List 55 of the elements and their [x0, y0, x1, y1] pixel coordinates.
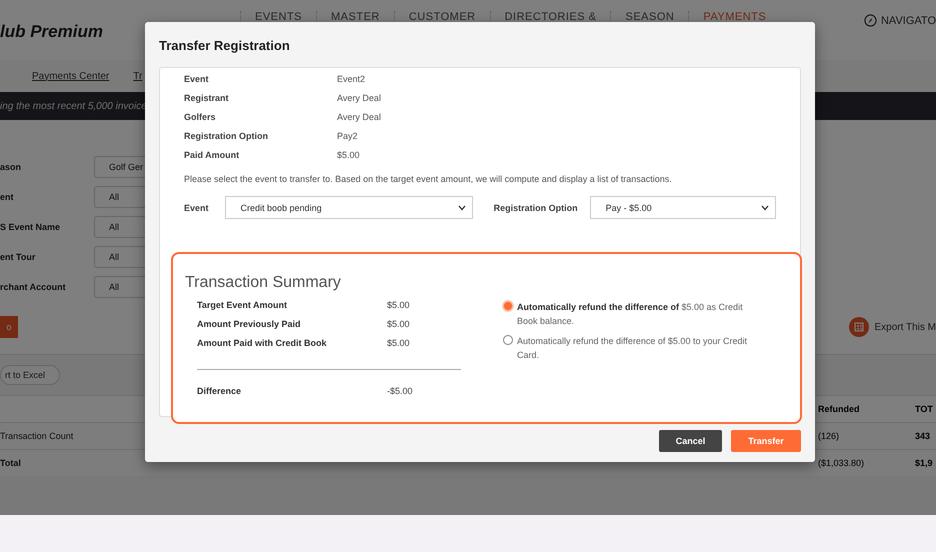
- filter-label: ent Tour: [0, 252, 36, 262]
- difference-label: Difference: [197, 386, 242, 396]
- breadcrumb-link[interactable]: Payments Center: [32, 70, 110, 82]
- column-header: Refunded: [818, 404, 860, 414]
- navigator-link[interactable]: NAVIGATO: [880, 14, 936, 26]
- breadcrumb-link[interactable]: Tr: [133, 70, 142, 82]
- chevron-down-icon: [458, 204, 466, 210]
- radio-button[interactable]: [503, 301, 513, 311]
- filter-label: rchant Account: [0, 282, 67, 292]
- filter-label: ent: [0, 192, 14, 202]
- detail-label: Event: [184, 74, 210, 84]
- difference-value: -$5.00: [387, 386, 414, 396]
- summary-label: Amount Paid with Credit Book: [197, 338, 328, 348]
- go-button[interactable]: o: [0, 316, 18, 338]
- table-cell-text: $1,9: [915, 458, 934, 468]
- detail-value: Avery Deal: [337, 112, 382, 122]
- summary-value: $5.00: [387, 319, 411, 329]
- summary-value: $5.00: [387, 300, 411, 310]
- table-cell: Total: [0, 458, 21, 468]
- instruction-text: Please select the event to transfer to. Based on the target event amount, we will compute and display a list of transactions.: [184, 174, 673, 184]
- dialog-title: Transfer Registration: [159, 38, 291, 53]
- refund-option-text: Automatically refund the difference of $5.00 to your Credit Card.: [517, 335, 748, 362]
- table-cell-text: (126): [818, 431, 840, 441]
- summary-value: $5.00: [387, 338, 411, 348]
- spreadsheet-icon[interactable]: [848, 317, 868, 337]
- summary-title: Transaction Summary: [185, 274, 342, 292]
- detail-label: Paid Amount: [184, 150, 240, 160]
- brand-title: lub Premium: [0, 22, 104, 42]
- detail-value: Pay2: [337, 131, 359, 141]
- table-cell: Transaction Count: [0, 431, 74, 441]
- event-select[interactable]: Credit boob pending: [224, 196, 473, 219]
- cancel-button[interactable]: Cancel: [659, 430, 722, 452]
- detail-value: Event2: [337, 74, 366, 84]
- filter-label: S Event Name: [0, 222, 62, 232]
- detail-label: Registration Option: [184, 131, 269, 141]
- chevron-down-icon: [761, 204, 769, 210]
- option-select[interactable]: Pay - $5.00: [590, 196, 776, 219]
- summary-label: Target Event Amount: [197, 300, 288, 310]
- export-link[interactable]: Export This M: [874, 322, 936, 332]
- summary-label: Amount Previously Paid: [197, 319, 302, 329]
- refund-option-text: Automatically refund the difference of $5.00 as Credit Book balance.: [517, 301, 744, 328]
- table-cell-text: ($1,033.80): [818, 458, 866, 468]
- option-label: Registration Option: [494, 202, 578, 212]
- detail-value: Avery Deal: [337, 93, 382, 103]
- detail-value: $5.00: [337, 150, 361, 160]
- filter-label: ason: [0, 162, 22, 172]
- detail-label: Registrant: [184, 93, 230, 103]
- event-label: Event: [184, 202, 209, 212]
- transfer-button[interactable]: Transfer: [731, 430, 801, 452]
- export-excel-button[interactable]: rt to Excel: [0, 365, 60, 385]
- compass-icon: [864, 14, 877, 27]
- column-header: TOT: [915, 404, 934, 414]
- table-cell-text: 343: [915, 431, 932, 441]
- detail-label: Golfers: [184, 112, 217, 122]
- radio-button[interactable]: [503, 335, 513, 345]
